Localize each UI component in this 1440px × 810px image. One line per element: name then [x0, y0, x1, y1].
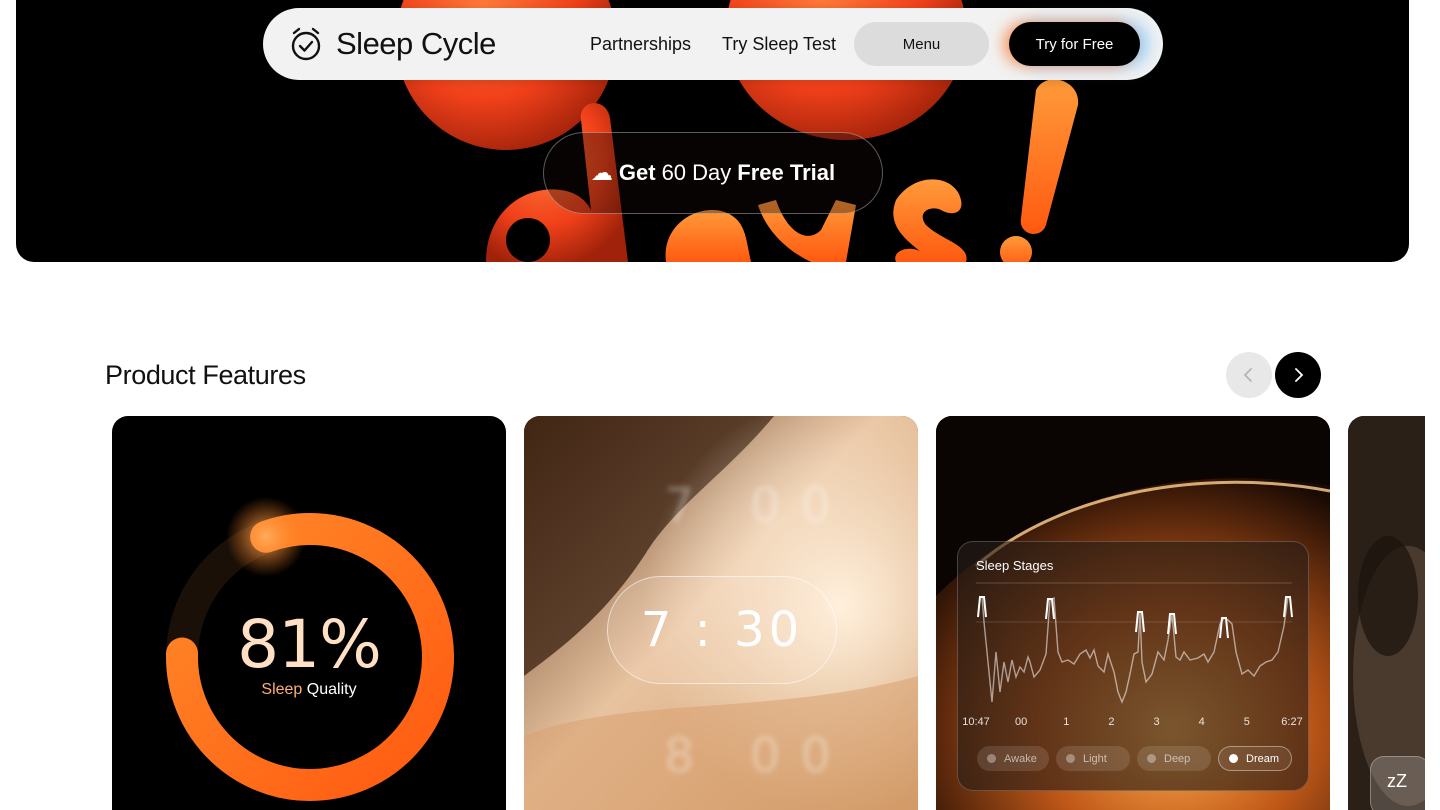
legend-dot — [1147, 754, 1156, 763]
sleep-stages-panel: Sleep Stages 10:47 00 1 2 3 4 5 6:27 Awake Light… — [957, 541, 1309, 791]
legend-label: Awake — [1004, 752, 1037, 765]
alarm-time-selected: 7 : 30 — [607, 576, 837, 684]
x-tick-label: 2 — [1108, 716, 1115, 728]
free-trial-button[interactable]: ☁ Get 60 Day Free Trial — [543, 132, 883, 214]
sleep-stages-graph — [976, 582, 1293, 704]
trial-days-text: 60 Day — [661, 160, 732, 185]
legend-label: Deep — [1164, 752, 1191, 765]
nav-link-try-sleep-test[interactable]: Try Sleep Test — [722, 8, 836, 80]
feature-card-sleep-stages[interactable]: Sleep Stages 10:47 00 1 2 3 4 5 6:27 Awake Light… — [936, 416, 1330, 810]
alarm-time-below: 8 00 — [664, 728, 851, 784]
menu-button[interactable]: Menu — [854, 22, 989, 66]
legend-item-dream[interactable]: Dream — [1218, 746, 1292, 771]
x-tick-label: 5 — [1243, 716, 1250, 728]
alarm-time-above: 7 00 — [664, 478, 851, 534]
section-title: Product Features — [105, 360, 306, 390]
legend-dot — [1066, 754, 1075, 763]
carousel-prev-button[interactable] — [1226, 352, 1272, 398]
legend-label: Light — [1083, 752, 1107, 765]
trial-free-text: Free Trial — [737, 160, 836, 185]
snore-background-photo — [1348, 416, 1425, 810]
logo[interactable]: Sleep Cycle — [290, 26, 496, 62]
legend-dot — [1229, 754, 1238, 763]
cloud-icon: ☁ — [590, 160, 613, 185]
feature-card-snore-detection[interactable]: zZ — [1348, 416, 1425, 810]
sleep-quality-value: 81% — [237, 606, 382, 683]
nav-link-partnerships[interactable]: Partnerships — [590, 8, 691, 80]
alarm-clock-icon — [291, 27, 321, 61]
top-nav: Sleep Cycle Partnerships Try Sleep Test … — [263, 8, 1163, 80]
snore-badge: zZ — [1370, 756, 1425, 810]
legend-item-light[interactable]: Light — [1056, 746, 1130, 771]
x-tick-label: 1 — [1063, 716, 1070, 728]
legend-item-awake[interactable]: Awake — [977, 746, 1049, 771]
sleep-quality-label: Sleep Quality — [112, 681, 506, 699]
legend-label: Dream — [1246, 752, 1280, 765]
x-tick-label: 00 — [1015, 716, 1028, 728]
x-tick-label: 4 — [1198, 716, 1205, 728]
chevron-right-icon — [1295, 368, 1304, 382]
awake-peak — [1219, 617, 1229, 639]
sleep-quality-label-rest: Quality — [306, 681, 357, 698]
try-for-free-button[interactable]: Try for Free — [1009, 22, 1140, 66]
x-tick-label: 10:47 — [962, 716, 990, 728]
sleep-quality-label-accent: Sleep — [261, 681, 303, 698]
legend-item-deep[interactable]: Deep — [1137, 746, 1211, 771]
x-tick-label: 6:27 — [1281, 716, 1303, 728]
x-tick-label: 3 — [1153, 716, 1160, 728]
feature-card-sleep-quality[interactable]: 81% Sleep Quality — [112, 416, 506, 810]
trial-get-text: Get — [618, 160, 656, 185]
carousel-next-button[interactable] — [1275, 352, 1321, 398]
legend-dot — [987, 754, 996, 763]
chevron-left-icon — [1243, 368, 1252, 382]
logo-text: Sleep Cycle — [336, 26, 496, 61]
feature-card-smart-alarm[interactable]: 7 00 8 00 7 : 30 — [524, 416, 918, 810]
